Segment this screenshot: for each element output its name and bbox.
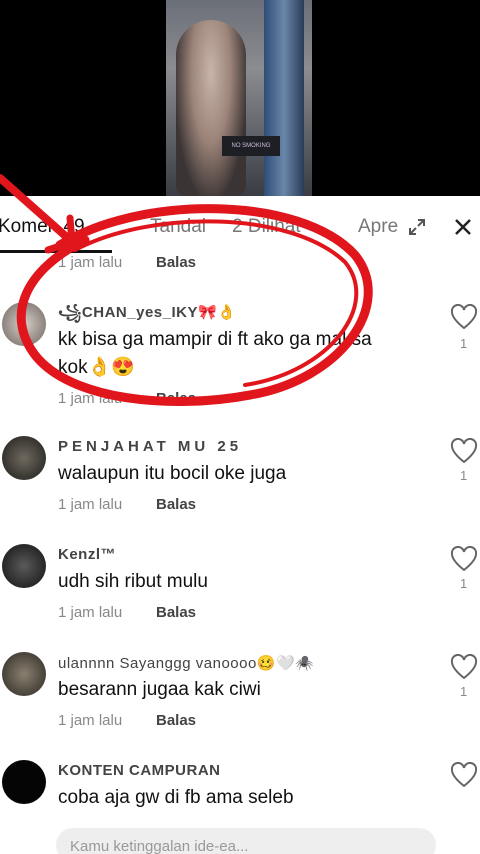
video-sign: NO SMOKING (222, 136, 280, 156)
comment-username[interactable]: ulannnn Sayanggg vanoooo🥴🤍🕷️ (58, 654, 314, 672)
avatar[interactable] (2, 302, 46, 346)
like-heart-icon[interactable] (450, 438, 478, 464)
avatar[interactable] (2, 544, 46, 588)
tab-2[interactable]: Tandai (150, 216, 206, 238)
like-count: 1 (460, 684, 468, 699)
reply-button[interactable]: Balas (156, 712, 196, 729)
video-thumbnail[interactable]: NO SMOKING (166, 0, 312, 196)
comment-text: kk bisa ga mampir di ft ako ga maksa kok… (58, 329, 372, 378)
reply-button[interactable]: Balas (156, 604, 196, 621)
active-tab-indicator (0, 250, 112, 253)
tab-viewed[interactable]: 2 Dilihat (232, 216, 301, 238)
comment-username[interactable]: PENJAHAT MU 25 (58, 438, 242, 455)
comment-text: walaupun itu bocil oke juga (58, 463, 287, 484)
comments-sheet: Komen 49 Tandai 2 Dilihat Apre 1 jam lal… (0, 196, 480, 854)
comment-input-placeholder: Kamu ketinggalan ide-ea... (70, 838, 249, 854)
comment-text: coba aja gw di fb ama seleb (58, 787, 294, 808)
comment-time: 1 jam lalu (58, 496, 123, 513)
video-person (176, 20, 246, 196)
like-count: 1 (460, 576, 468, 591)
comment-time: 1 jam lalu (58, 254, 123, 271)
comment-time: 1 jam lalu (58, 390, 123, 407)
comment-text: besarann jugaa kak ciwi (58, 679, 261, 700)
like-heart-icon[interactable] (450, 654, 478, 680)
comment-text: udh sih ribut mulu (58, 571, 208, 592)
avatar[interactable] (2, 436, 46, 480)
reply-button[interactable]: Balas (156, 390, 196, 407)
video-background-door (264, 0, 304, 196)
like-count: 1 (460, 336, 468, 351)
reply-button[interactable]: Balas (156, 496, 196, 513)
video-player[interactable]: NO SMOKING (0, 0, 480, 196)
close-icon[interactable] (452, 216, 474, 238)
comments-tabbar: Komen 49 Tandai 2 Dilihat Apre (0, 196, 480, 258)
like-count: 1 (460, 468, 468, 483)
like-heart-icon[interactable] (450, 304, 478, 330)
comment-time: 1 jam lalu (58, 604, 123, 621)
comment-username[interactable]: Kenzl™ (58, 546, 116, 563)
avatar[interactable] (2, 652, 46, 696)
tab-comments[interactable]: Komen 49 (0, 216, 85, 238)
reply-button[interactable]: Balas (156, 254, 196, 271)
comment-input[interactable]: Kamu ketinggalan ide-ea... (56, 828, 436, 854)
comment-time: 1 jam lalu (58, 712, 123, 729)
like-heart-icon[interactable] (450, 762, 478, 788)
expand-icon[interactable] (408, 218, 426, 236)
avatar[interactable] (2, 760, 46, 804)
like-heart-icon[interactable] (450, 546, 478, 572)
tab-appreciation[interactable]: Apre (358, 216, 398, 238)
comment-username[interactable]: KONTEN CAMPURAN (58, 762, 221, 779)
